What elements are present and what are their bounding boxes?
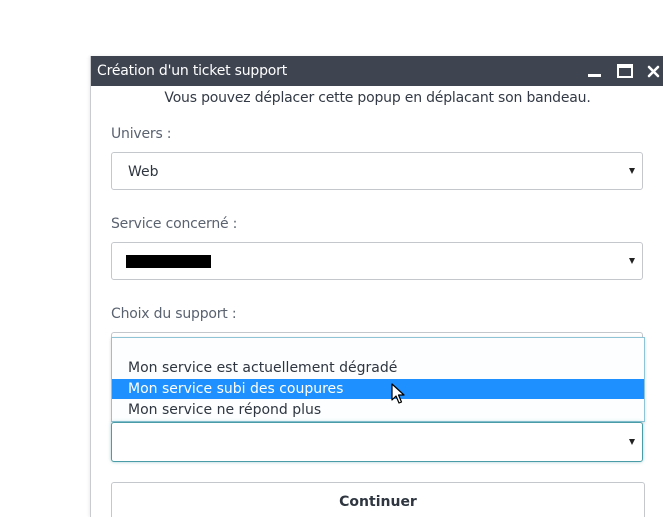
chevron-down-icon [629,258,635,264]
page: Création d'un ticket support Vous pouvez… [0,0,663,517]
continue-button[interactable]: Continuer [111,482,645,517]
service-value-redacted [126,255,211,268]
univers-label: Univers : [111,126,172,142]
chevron-down-icon [629,439,635,445]
support-label: Choix du support : [111,306,237,322]
close-button[interactable] [644,61,663,81]
popup-titlebar[interactable]: Création d'un ticket support [91,56,663,86]
service-select[interactable] [111,242,643,280]
maximize-button[interactable] [615,61,635,81]
chevron-down-icon [629,168,635,174]
support-option[interactable]: Mon service est actuellement dégradé [112,358,644,378]
support-option-highlighted[interactable]: Mon service subi des coupures [112,379,644,399]
service-label: Service concerné : [111,216,238,232]
univers-select[interactable]: Web [111,152,643,190]
support-option[interactable]: Mon service ne répond plus [112,400,644,420]
support-options-list[interactable]: Mon service est actuellement dégradé Mon… [111,337,645,422]
univers-value: Web [128,164,159,180]
close-icon [647,65,660,78]
support-ticket-popup: Création d'un ticket support Vous pouvez… [90,56,663,517]
popup-title: Création d'un ticket support [97,63,288,79]
minimize-button[interactable] [585,61,605,81]
drag-hint: Vous pouvez déplacer cette popup en dépl… [164,90,591,106]
support-select[interactable] [111,422,643,462]
minimize-icon [588,74,601,77]
maximize-icon [617,64,633,78]
